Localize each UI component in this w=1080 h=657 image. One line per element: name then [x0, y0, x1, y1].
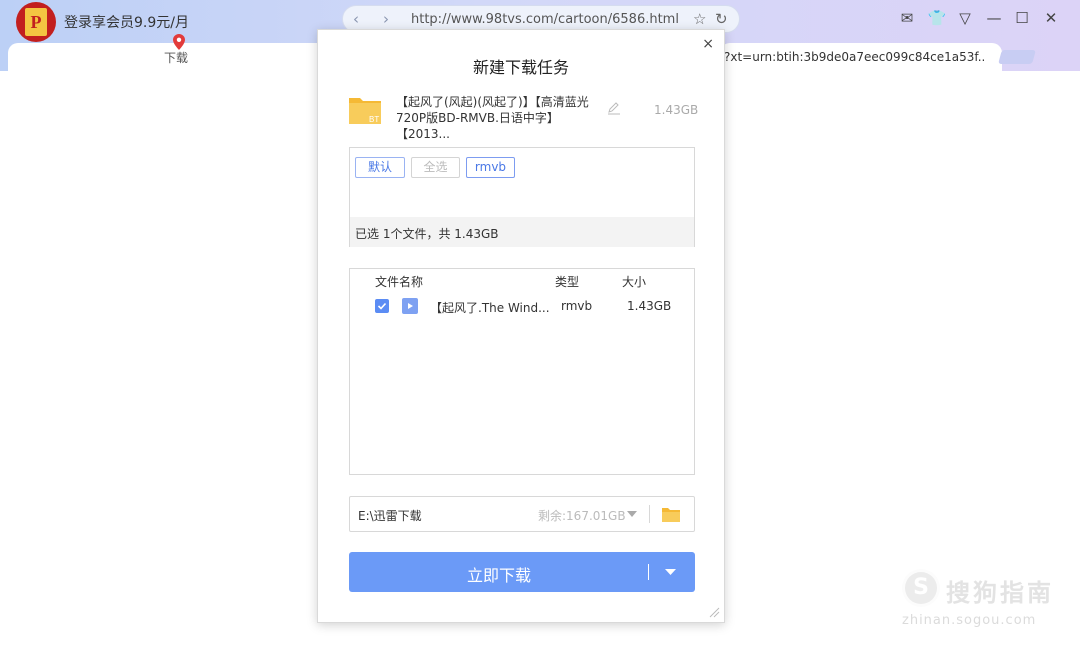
file-filter-panel: 默认 全选 rmvb 已选 1个文件，共 1.43GB [349, 147, 695, 247]
column-header-name: 文件名称 [375, 275, 424, 289]
menu-icon[interactable]: ▽ [956, 9, 974, 27]
download-now-label: 立即下载 [466, 566, 531, 585]
reload-icon[interactable]: ↻ [715, 10, 728, 28]
dialog-close-icon[interactable]: × [702, 36, 714, 52]
url-text[interactable]: http://www.98tvs.com/cartoon/6586.html [411, 12, 679, 27]
sogou-watermark: S 搜狗指南 zhinan.sogou.com [902, 567, 1072, 637]
tab-magnet-label: ?xt=urn:btih:3b9de0a7eec099c84ce1a53f... [724, 50, 984, 64]
column-header-type: 类型 [555, 275, 580, 289]
free-space: 剩余:167.01GB [538, 509, 626, 523]
forward-icon[interactable]: › [383, 10, 389, 28]
task-name: 【起风了(风起)(风起了)】【高清蓝光720P版BD-RMVB.日语中字】【20… [396, 95, 589, 141]
file-list-table: 文件名称 类型 大小 【起风了.The Wind... rmvb 1.43GB [349, 268, 695, 475]
column-header-size: 大小 [622, 275, 647, 289]
minimize-icon[interactable]: — [985, 9, 1003, 27]
bt-badge: BT [369, 115, 379, 124]
download-options-chevron-icon[interactable] [665, 568, 676, 576]
user-avatar[interactable]: P [16, 2, 56, 42]
tab-downloads-label: 下载 [164, 51, 189, 65]
bt-folder-icon: BT [349, 98, 381, 124]
divider [649, 505, 650, 523]
chevron-down-icon[interactable] [627, 510, 637, 518]
app-logo-icon: P [25, 8, 47, 36]
save-path: E:\迅雷下载 [358, 509, 422, 523]
watermark-url: zhinan.sogou.com [902, 613, 1037, 628]
map-pin-icon [173, 34, 185, 50]
filter-default-button[interactable]: 默认 [355, 157, 405, 178]
save-path-selector[interactable]: E:\迅雷下载 剩余:167.01GB [349, 496, 695, 532]
selection-summary: 已选 1个文件，共 1.43GB [350, 217, 694, 247]
new-download-dialog: 新建下载任务 × BT 【起风了(风起)(风起了)】【高清蓝光720P版BD-R… [317, 29, 725, 623]
file-size: 1.43GB [627, 299, 672, 313]
download-now-button[interactable]: 立即下载 [349, 552, 695, 592]
back-icon[interactable]: ‹ [353, 10, 359, 28]
new-tab-button[interactable] [998, 50, 1036, 64]
bookmark-star-icon[interactable]: ☆ [693, 10, 706, 28]
vip-promo-link[interactable]: 登录享会员9.9元/月 [64, 12, 189, 32]
maximize-icon[interactable]: ☐ [1013, 9, 1031, 27]
button-divider [648, 564, 649, 580]
skin-icon[interactable]: 👕 [928, 9, 947, 27]
file-name: 【起风了.The Wind... [430, 301, 550, 315]
browse-folder-icon[interactable] [661, 505, 681, 523]
filter-rmvb-button[interactable]: rmvb [466, 157, 515, 178]
watermark-text: 搜狗指南 [946, 579, 1054, 607]
file-checkbox[interactable] [375, 299, 389, 313]
task-size: 1.43GB [654, 103, 699, 117]
dialog-title: 新建下载任务 [472, 58, 569, 77]
filter-select-all-button[interactable]: 全选 [411, 157, 460, 178]
file-type: rmvb [561, 299, 593, 313]
resize-grip-icon[interactable] [708, 606, 720, 618]
close-window-icon[interactable]: ✕ [1042, 9, 1060, 27]
watermark-logo-icon: S [902, 569, 940, 607]
mail-icon[interactable]: ✉ [898, 9, 916, 27]
video-file-icon [402, 298, 418, 314]
edit-name-icon[interactable] [607, 101, 621, 115]
checkmark-icon [377, 302, 387, 310]
